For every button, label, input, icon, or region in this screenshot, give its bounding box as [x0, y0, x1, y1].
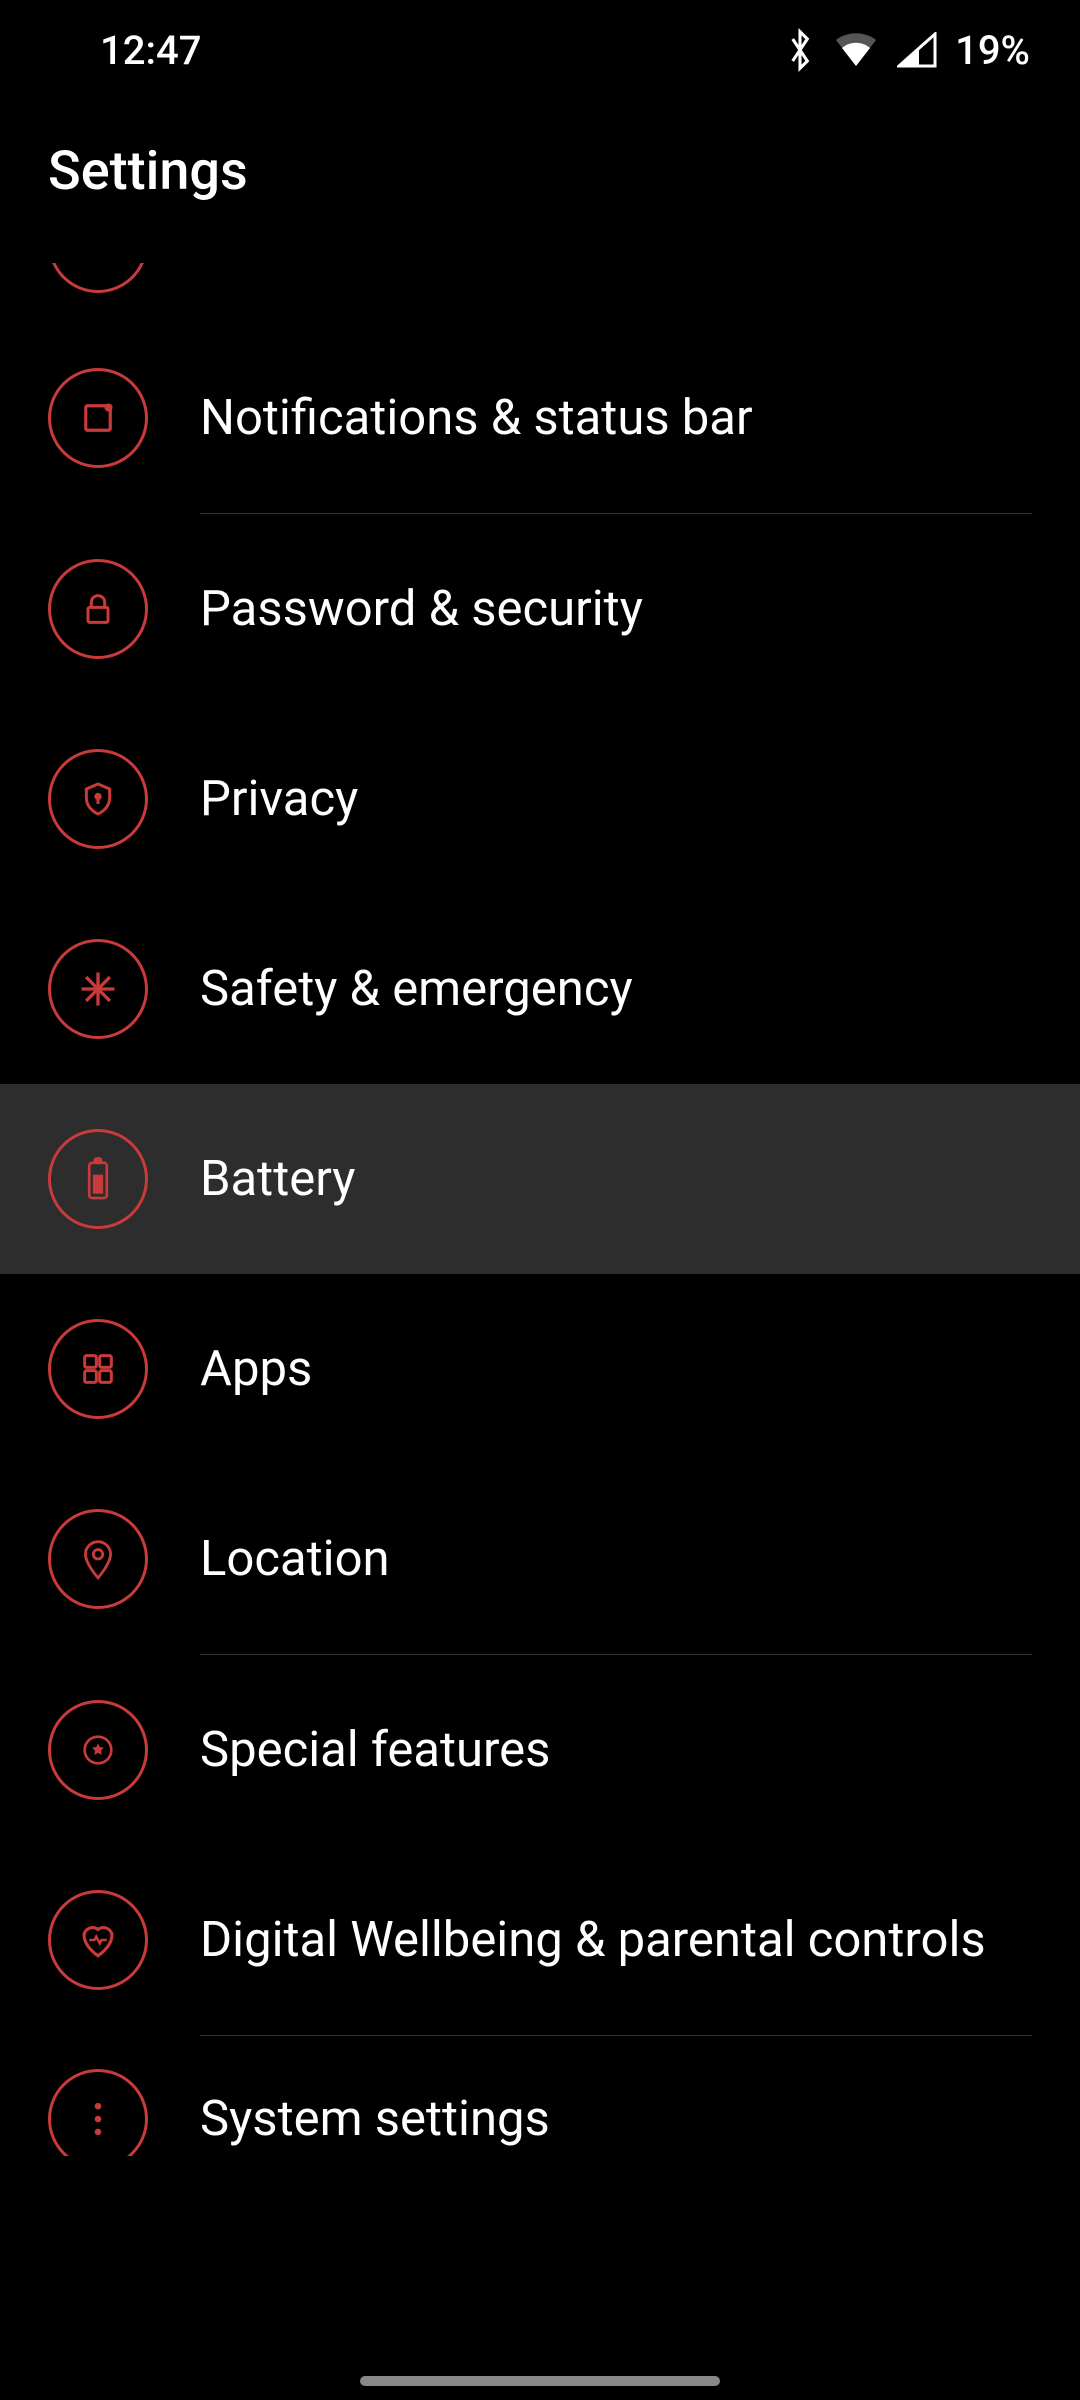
settings-item-battery[interactable]: Battery: [0, 1084, 1080, 1274]
location-icon: [48, 1509, 148, 1609]
settings-item-privacy[interactable]: Privacy: [0, 704, 1080, 894]
sound-icon: [48, 263, 148, 293]
settings-item-label: Digital Wellbeing & parental controls: [200, 1909, 986, 1970]
settings-item-password[interactable]: Password & security: [0, 514, 1080, 704]
bluetooth-icon: [785, 28, 815, 72]
settings-item-label: Apps: [200, 1338, 312, 1399]
settings-item-label: Special features: [200, 1719, 550, 1780]
status-indicators: 19%: [785, 27, 1030, 74]
settings-item-system[interactable]: System settings: [0, 2036, 1080, 2156]
settings-item-label: Battery: [200, 1148, 355, 1209]
settings-item-location[interactable]: Location: [0, 1464, 1080, 1654]
settings-item-sound[interactable]: Sound & vibration: [0, 263, 1080, 323]
settings-item-wellbeing[interactable]: Digital Wellbeing & parental controls: [0, 1845, 1080, 2035]
settings-item-label: Privacy: [200, 768, 358, 829]
heart-icon: [48, 1890, 148, 1990]
lock-icon: [48, 559, 148, 659]
wifi-icon: [833, 32, 879, 68]
gesture-bar[interactable]: [360, 2376, 720, 2386]
status-bar: 12:47 19%: [0, 0, 1080, 100]
shield-icon: [48, 749, 148, 849]
settings-item-label: Safety & emergency: [200, 958, 633, 1019]
battery-icon: [48, 1129, 148, 1229]
page-title: Settings: [48, 140, 1032, 203]
apps-icon: [48, 1319, 148, 1419]
page-header: Settings: [0, 100, 1080, 263]
settings-item-label: Notifications & status bar: [200, 387, 753, 448]
settings-item-special[interactable]: Special features: [0, 1655, 1080, 1845]
settings-item-notifications[interactable]: Notifications & status bar: [0, 323, 1080, 513]
settings-item-label: Password & security: [200, 578, 643, 639]
settings-item-label: Location: [200, 1528, 390, 1589]
notifications-icon: [48, 368, 148, 468]
battery-percent: 19%: [955, 27, 1030, 74]
status-time: 12:47: [100, 27, 201, 74]
more-vertical-icon: [48, 2069, 148, 2157]
settings-item-label: System settings: [200, 2088, 550, 2149]
settings-item-apps[interactable]: Apps: [0, 1274, 1080, 1464]
cell-signal-icon: [897, 32, 937, 68]
settings-item-safety[interactable]: Safety & emergency: [0, 894, 1080, 1084]
emergency-icon: [48, 939, 148, 1039]
star-badge-icon: [48, 1700, 148, 1800]
settings-list: Sound & vibration Notifications & status…: [0, 263, 1080, 2156]
